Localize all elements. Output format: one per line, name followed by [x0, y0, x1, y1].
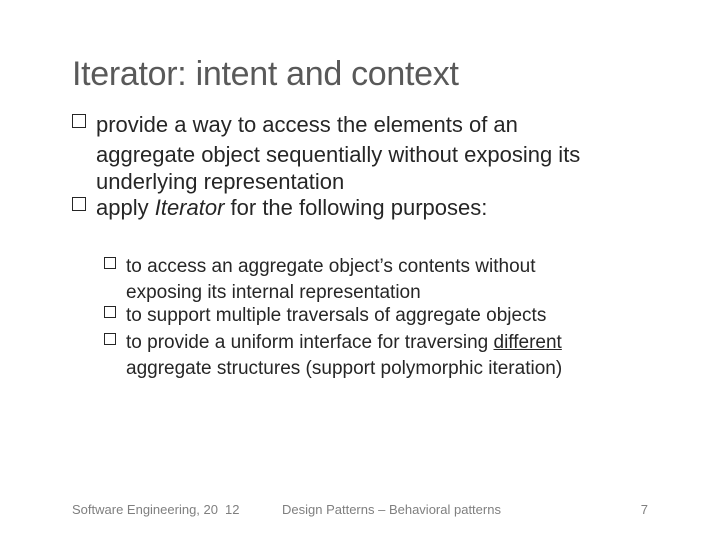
footer-number: 12 — [225, 502, 239, 517]
sub-block: to access an aggregate object’s contents… — [104, 255, 650, 380]
sub-bullet-item: to access an aggregate object’s contents… — [104, 255, 650, 278]
footer-left: Software Engineering, 20 — [72, 502, 218, 517]
sub-bullet-continuation: aggregate structures (support polymorphi… — [104, 357, 650, 380]
text-fragment: s contents without — [383, 256, 535, 277]
text-fragment: to access an aggregate object — [126, 256, 380, 277]
bullet-text: provide a way to access the elements of … — [96, 112, 652, 139]
bullet-item: apply Iterator for the following purpose… — [72, 195, 652, 222]
text-fragment: for the following purposes: — [224, 195, 487, 220]
square-bullet-icon — [72, 197, 86, 211]
text-fragment: to provide a uniform interface for trave… — [126, 332, 494, 353]
bullet-item: provide a way to access the elements of … — [72, 112, 652, 139]
bullet-continuation: aggregate object sequentially without ex… — [72, 142, 652, 196]
square-bullet-icon — [104, 257, 116, 269]
square-bullet-icon — [104, 333, 116, 345]
sub-bullet-text: to provide a uniform interface for trave… — [126, 332, 562, 353]
slide-title: Iterator: intent and context — [72, 55, 459, 94]
slide: Iterator: intent and context provide a w… — [0, 0, 720, 540]
body-block: provide a way to access the elements of … — [72, 112, 652, 225]
bullet-text: apply Iterator for the following purpose… — [96, 195, 652, 222]
sub-bullet-item: to support multiple traversals of aggreg… — [104, 304, 650, 327]
italic-term: Iterator — [155, 195, 225, 220]
sub-bullet-text: to support multiple traversals of aggreg… — [126, 305, 546, 326]
footer-middle: Design Patterns – Behavioral patterns — [282, 502, 501, 517]
sub-bullet-continuation: exposing its internal representation — [104, 281, 650, 304]
square-bullet-icon — [104, 306, 116, 318]
footer-page: 7 — [641, 502, 648, 517]
text-fragment: apply — [96, 195, 155, 220]
sub-bullet-item: to provide a uniform interface for trave… — [104, 331, 650, 354]
sub-bullet-text: to access an aggregate object’s contents… — [126, 256, 536, 277]
square-bullet-icon — [72, 114, 86, 128]
underlined-term: different — [494, 332, 562, 353]
